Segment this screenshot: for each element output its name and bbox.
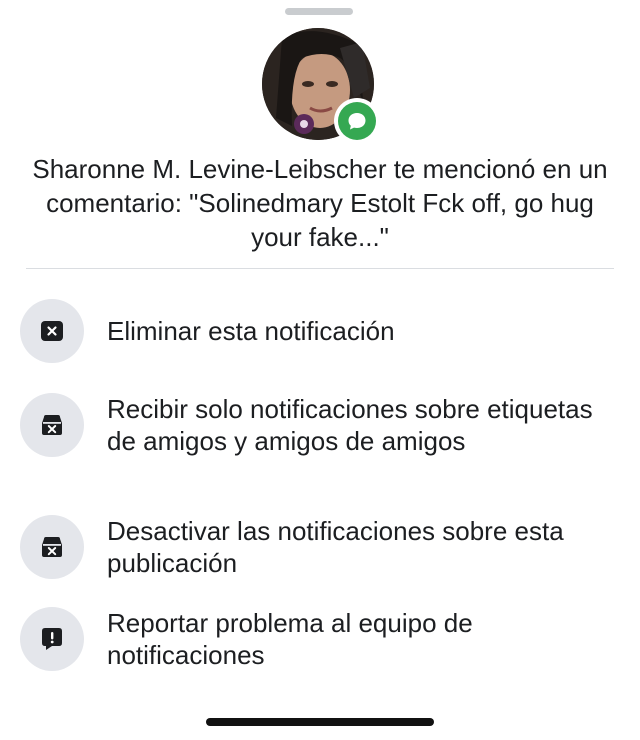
sheet-grabber[interactable]: [285, 8, 353, 15]
option-icon-circle: [20, 393, 84, 457]
notification-options-sheet: Sharonne M. Levine-Leibscher te mencionó…: [0, 0, 640, 740]
inbox-close-icon: [42, 537, 62, 557]
comment-badge: [334, 98, 380, 144]
avatar-group: [262, 28, 380, 144]
notification-text: Sharonne M. Levine-Leibscher te mencionó…: [32, 154, 608, 252]
option-label: Desactivar las notificaciones sobre esta…: [107, 516, 564, 578]
comment-icon: [338, 102, 376, 140]
option-icon-circle: [20, 299, 84, 363]
divider: [26, 268, 614, 269]
option-label: Reportar problema al equipo de notificac…: [107, 608, 473, 670]
delete-notification-option[interactable]: Eliminar esta notificación: [20, 299, 620, 363]
turn-off-post-notifications-option[interactable]: Desactivar las notificaciones sobre esta…: [20, 515, 620, 579]
option-icon-circle: [20, 515, 84, 579]
alert-box-icon: [42, 628, 62, 650]
inbox-close-icon: [42, 415, 62, 435]
option-label: Eliminar esta notificación: [107, 316, 395, 346]
friends-tags-only-option[interactable]: Recibir solo notificaciones sobre etique…: [20, 393, 620, 457]
report-problem-option[interactable]: Reportar problema al equipo de notificac…: [20, 607, 620, 671]
close-box-icon: [41, 321, 63, 341]
home-indicator[interactable]: [206, 718, 434, 726]
option-icon-circle: [20, 607, 84, 671]
option-label: Recibir solo notificaciones sobre etique…: [107, 394, 593, 456]
